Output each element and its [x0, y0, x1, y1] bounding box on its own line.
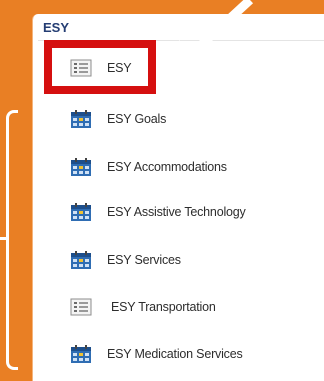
- menu-item-esy-transportation[interactable]: ESY Transportation: [70, 296, 320, 318]
- menu-item-label: ESY Accommodations: [107, 160, 227, 174]
- bracket-annotation: [6, 110, 18, 370]
- highlight-box: [44, 40, 156, 94]
- menu-item-esy-assistive-technology[interactable]: ESY Assistive Technology: [70, 201, 320, 223]
- menu-item-esy-goals[interactable]: ESY Goals: [70, 108, 320, 130]
- menu-item-esy-accommodations[interactable]: ESY Accommodations: [70, 156, 320, 178]
- bracket-tick: [0, 237, 9, 240]
- calendar-icon: [71, 203, 91, 221]
- panel-title: ESY: [43, 20, 70, 35]
- calendar-icon: [71, 158, 91, 176]
- calendar-icon: [71, 251, 91, 269]
- menu-item-label: ESY Transportation: [111, 300, 216, 314]
- menu-item-label: ESY Assistive Technology: [107, 205, 246, 219]
- menu-item-esy-services[interactable]: ESY Services: [70, 249, 320, 271]
- list-icon: [70, 298, 92, 316]
- calendar-icon: [71, 110, 91, 128]
- menu-item-label: ESY Services: [107, 253, 181, 267]
- menu-item-esy-medication-services[interactable]: ESY Medication Services: [70, 343, 320, 365]
- pointer-arrow-icon: [177, 0, 254, 68]
- calendar-icon: [71, 345, 91, 363]
- menu-item-label: ESY Goals: [107, 112, 167, 126]
- menu-item-label: ESY Medication Services: [107, 347, 243, 361]
